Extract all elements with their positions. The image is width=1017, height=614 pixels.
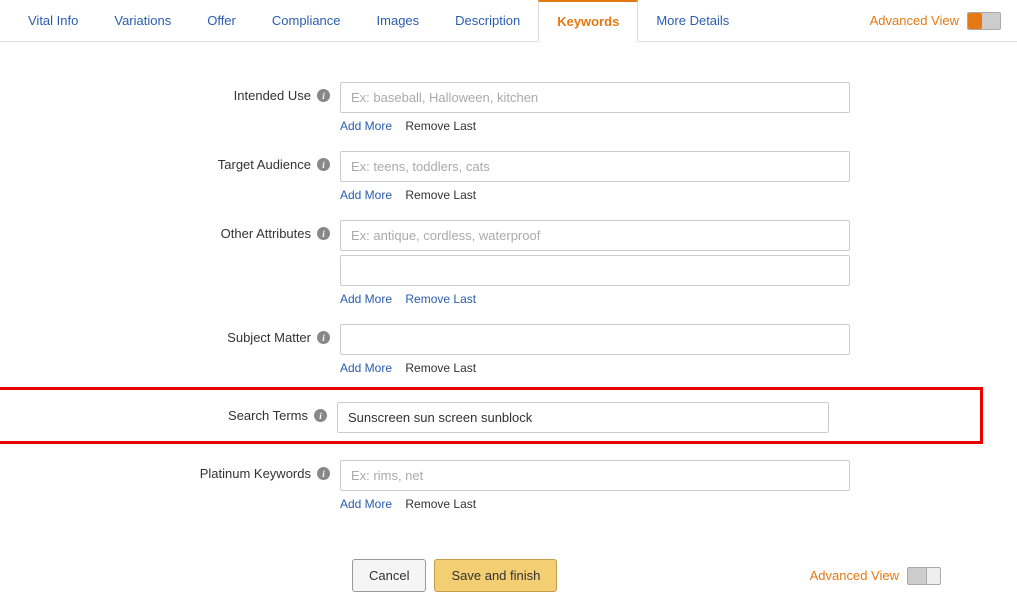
label-target-audience: Target Audience i <box>60 151 340 172</box>
tab-images[interactable]: Images <box>359 1 438 40</box>
advanced-view-label: Advanced View <box>810 568 899 583</box>
remove-last-link[interactable]: Remove Last <box>405 292 476 306</box>
keywords-form: Intended Use i Add More Remove Last Targ… <box>0 42 1017 549</box>
add-more-link[interactable]: Add More <box>340 119 392 133</box>
input-other-attributes-1[interactable] <box>340 220 850 251</box>
info-icon[interactable]: i <box>317 227 330 240</box>
cancel-button[interactable]: Cancel <box>352 559 426 592</box>
save-button[interactable]: Save and finish <box>434 559 557 592</box>
info-icon[interactable]: i <box>317 467 330 480</box>
label-subject-matter: Subject Matter i <box>60 324 340 345</box>
tab-offer[interactable]: Offer <box>189 1 254 40</box>
row-other-attributes: Other Attributes i Add More Remove Last <box>60 220 957 306</box>
info-icon[interactable]: i <box>317 89 330 102</box>
search-terms-highlight: Search Terms i <box>0 387 983 444</box>
input-subject-matter[interactable] <box>340 324 850 355</box>
row-target-audience: Target Audience i Add More Remove Last <box>60 151 957 202</box>
input-target-audience[interactable] <box>340 151 850 182</box>
label-platinum-keywords: Platinum Keywords i <box>60 460 340 481</box>
add-more-link[interactable]: Add More <box>340 188 392 202</box>
info-icon[interactable]: i <box>317 158 330 171</box>
row-search-terms: Search Terms i <box>0 402 980 433</box>
advanced-view-bottom[interactable]: Advanced View <box>810 567 957 585</box>
tab-description[interactable]: Description <box>437 1 538 40</box>
input-platinum-keywords[interactable] <box>340 460 850 491</box>
label-intended-use: Intended Use i <box>60 82 340 103</box>
input-search-terms[interactable] <box>337 402 829 433</box>
advanced-view-label: Advanced View <box>870 13 959 28</box>
remove-last-link[interactable]: Remove Last <box>405 497 476 511</box>
row-intended-use: Intended Use i Add More Remove Last <box>60 82 957 133</box>
remove-last-link[interactable]: Remove Last <box>405 188 476 202</box>
add-more-link[interactable]: Add More <box>340 361 392 375</box>
input-intended-use[interactable] <box>340 82 850 113</box>
remove-last-link[interactable]: Remove Last <box>405 361 476 375</box>
tab-variations[interactable]: Variations <box>96 1 189 40</box>
label-other-attributes: Other Attributes i <box>60 220 340 241</box>
row-subject-matter: Subject Matter i Add More Remove Last <box>60 324 957 375</box>
label-search-terms: Search Terms i <box>0 402 337 423</box>
row-platinum-keywords: Platinum Keywords i Add More Remove Last <box>60 460 957 511</box>
tab-keywords[interactable]: Keywords <box>538 0 638 42</box>
tab-compliance[interactable]: Compliance <box>254 1 359 40</box>
remove-last-link[interactable]: Remove Last <box>405 119 476 133</box>
add-more-link[interactable]: Add More <box>340 292 392 306</box>
input-other-attributes-2[interactable] <box>340 255 850 286</box>
advanced-view-toggle[interactable] <box>967 12 1001 30</box>
add-more-link[interactable]: Add More <box>340 497 392 511</box>
buttons-row: Cancel Save and finish Advanced View <box>0 549 1017 614</box>
advanced-view-top[interactable]: Advanced View <box>870 12 1017 30</box>
info-icon[interactable]: i <box>317 331 330 344</box>
info-icon[interactable]: i <box>314 409 327 422</box>
tab-more-details[interactable]: More Details <box>638 1 747 40</box>
advanced-view-toggle[interactable] <box>907 567 941 585</box>
tab-bar: Vital Info Variations Offer Compliance I… <box>0 0 1017 42</box>
tab-vital-info[interactable]: Vital Info <box>10 1 96 40</box>
